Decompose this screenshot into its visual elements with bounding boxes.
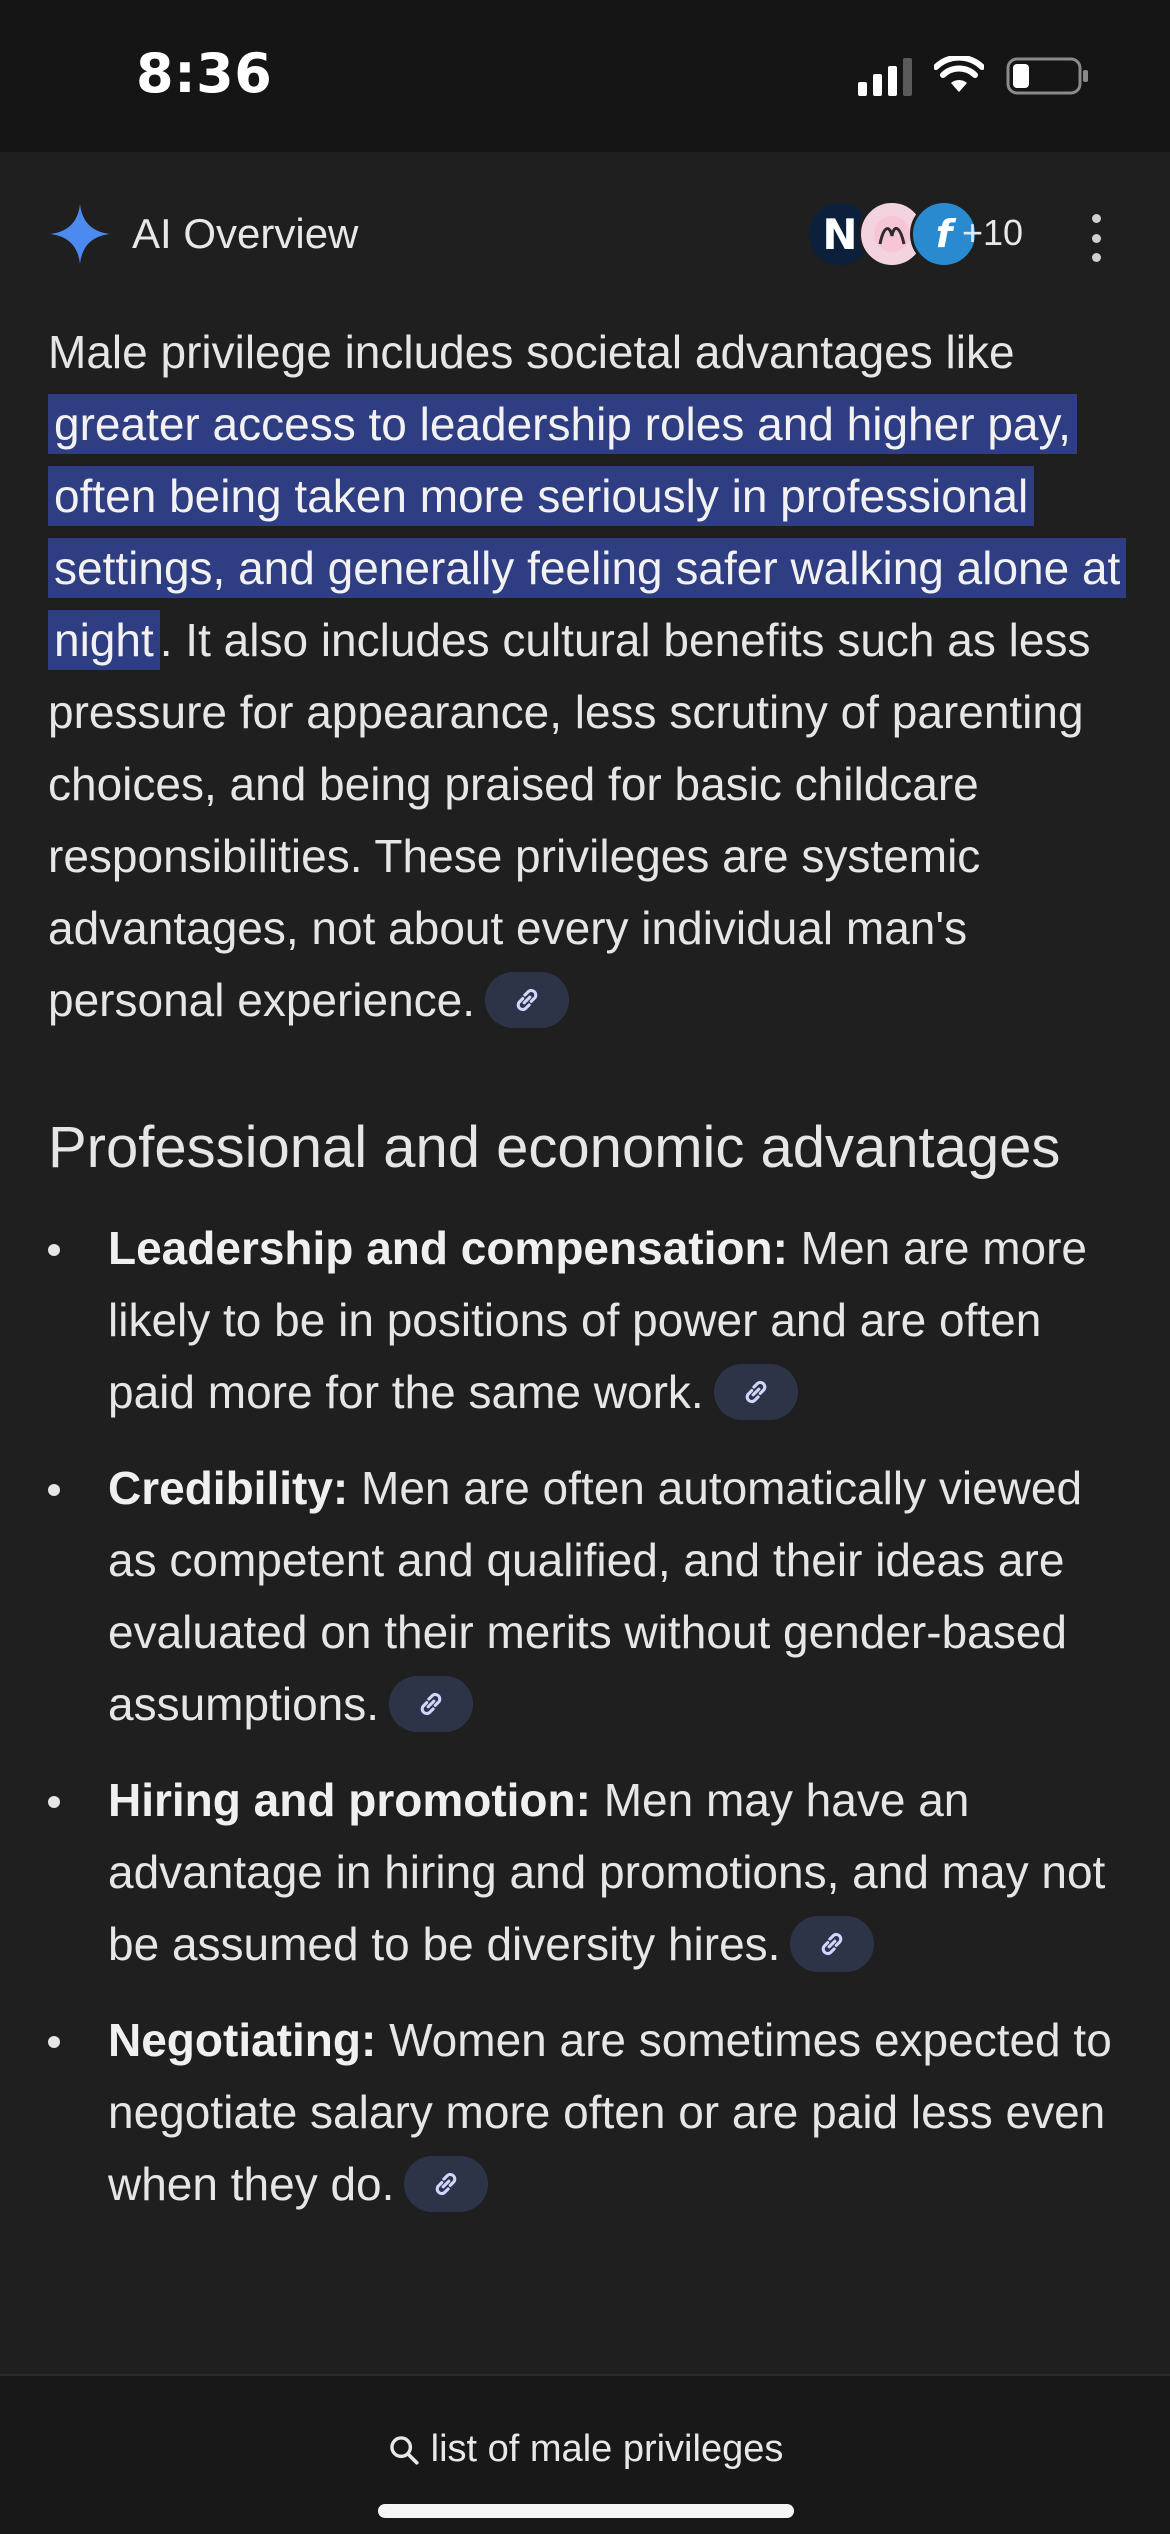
cellular-signal-icon <box>858 56 912 96</box>
home-indicator[interactable] <box>378 2504 794 2518</box>
source-link-button[interactable] <box>404 2155 489 2212</box>
source-avatar-letter: N <box>822 209 858 259</box>
illustration-avatar-icon <box>874 216 910 252</box>
section-title: Professional and economic advantages <box>48 1115 1061 1180</box>
link-icon <box>436 2172 457 2195</box>
status-icons <box>858 56 1090 96</box>
link-icon <box>745 1380 767 1403</box>
source-link-button[interactable] <box>713 1363 798 1420</box>
status-time: 8:36 <box>136 42 273 105</box>
link-icon <box>420 1692 442 1715</box>
status-bar: 8:36 <box>0 0 1170 152</box>
source-avatars[interactable]: N f <box>806 200 978 268</box>
list-item: Hiring and promotion: Men may have an ad… <box>48 1764 1128 1980</box>
list-item: Leadership and compensation: Men are mor… <box>48 1212 1128 1428</box>
more-sources-count[interactable]: +10 <box>962 212 1023 254</box>
list-item-term: Negotiating: <box>108 2014 377 2066</box>
list-item-term: Credibility: <box>108 1462 349 1514</box>
list-item-term: Leadership and compensation: <box>108 1222 788 1274</box>
search-icon <box>389 2435 419 2465</box>
advantages-list: Leadership and compensation: Men are mor… <box>48 1212 1128 2220</box>
wifi-icon <box>934 56 984 92</box>
source-link-button[interactable] <box>790 1915 875 1972</box>
link-icon <box>516 988 538 1011</box>
list-item: Credibility: Men are often automatically… <box>48 1452 1128 1740</box>
source-avatar-letter: f <box>935 212 953 256</box>
search-query-text: list of male privileges <box>430 2428 784 2470</box>
battery-icon <box>1006 57 1088 95</box>
summary-text: Male privilege includes societal advanta… <box>48 326 1015 378</box>
search-query-button[interactable]: list of male privileges <box>0 2428 1170 2471</box>
list-item-term: Hiring and promotion: <box>108 1774 591 1826</box>
ai-overview-title: AI Overview <box>132 210 359 257</box>
list-item: Negotiating: Women are sometimes expecte… <box>48 2004 1128 2220</box>
summary-text: . It also includes cultural benefits suc… <box>48 614 1091 1026</box>
more-options-icon[interactable] <box>1078 214 1114 262</box>
source-link-button[interactable] <box>389 1675 474 1732</box>
summary-paragraph: Male privilege includes societal advanta… <box>48 316 1128 1036</box>
ai-overview-content: Male privilege includes societal advanta… <box>48 316 1128 2244</box>
gemini-spark-icon <box>50 204 110 264</box>
ai-overview-header: AI Overview N f +10 <box>0 190 1170 280</box>
bottom-query-bar: list of male privileges <box>0 2374 1170 2534</box>
source-link-button[interactable] <box>485 971 570 1028</box>
link-icon <box>822 1932 843 1955</box>
